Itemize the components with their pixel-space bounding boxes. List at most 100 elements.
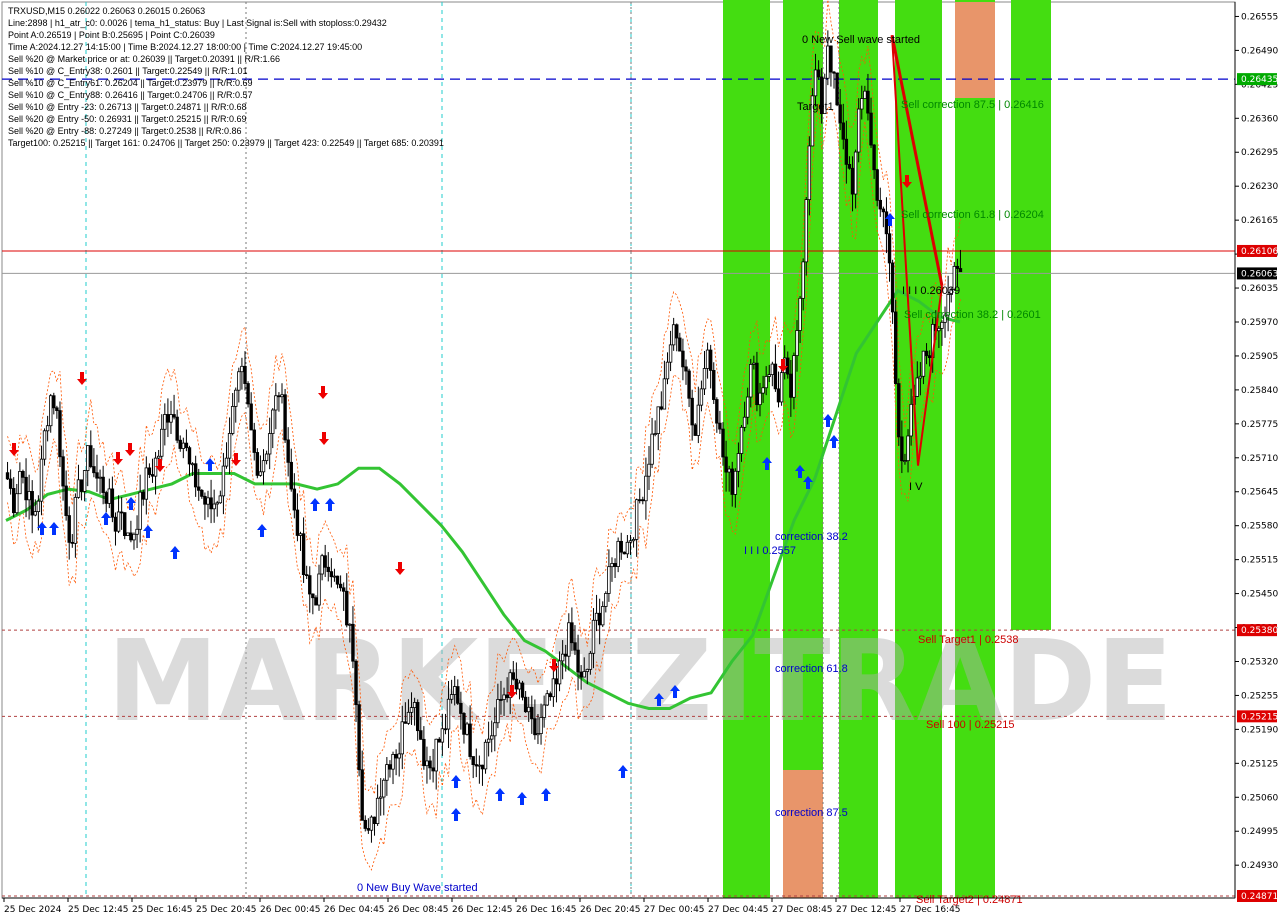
candle-body <box>375 797 380 824</box>
candle-body <box>86 445 90 471</box>
candle-body <box>8 478 13 489</box>
candle-body <box>847 163 852 169</box>
candle-body <box>900 436 904 462</box>
time-tick-label: 27 Dec 04:45 <box>708 905 769 915</box>
price-tick-label: 0.25580 <box>1241 522 1278 532</box>
price-tick-label: 0.25060 <box>1241 793 1278 803</box>
price-tick-label: 0.25515 <box>1241 556 1278 566</box>
price-tick-label: 0.25645 <box>1241 488 1278 498</box>
candle-body <box>255 452 260 476</box>
candle-body <box>490 735 494 740</box>
candle-body <box>79 479 84 492</box>
candle-body <box>527 706 531 713</box>
candle-body <box>175 416 179 441</box>
orange-zone-bottom <box>783 770 823 898</box>
time-tick-label: 26 Dec 00:45 <box>260 905 321 915</box>
price-tick-label: 0.26230 <box>1241 182 1278 192</box>
candle-body <box>838 104 842 124</box>
candle-body <box>209 497 213 510</box>
price-tick-label: 0.25710 <box>1241 454 1278 464</box>
candle-body <box>36 500 41 512</box>
candle-body <box>496 699 500 724</box>
sell100-tag-text: 0.25215 <box>1241 712 1278 722</box>
candle-body <box>745 396 750 418</box>
candle-body <box>400 721 404 755</box>
candle-body <box>545 693 549 706</box>
candle-body <box>767 374 771 377</box>
candle-body <box>184 442 189 449</box>
candle-body <box>798 297 802 331</box>
candle-body <box>940 321 944 329</box>
time-tick-label: 27 Dec 16:45 <box>900 905 961 915</box>
candle-body <box>354 660 358 706</box>
candle-body <box>773 363 778 390</box>
price-tick-label: 0.25905 <box>1241 352 1278 362</box>
candle-body <box>440 728 445 743</box>
candle-body <box>647 463 651 477</box>
candle-body <box>604 593 608 607</box>
candle-body <box>576 649 580 673</box>
price-tick-label: 0.26555 <box>1241 12 1278 22</box>
time-tick-label: 27 Dec 00:45 <box>644 905 705 915</box>
buy-wave-label: 0 New Buy Wave started <box>357 882 478 894</box>
candle-body <box>573 642 577 651</box>
candle-body <box>341 587 346 592</box>
candle-body <box>221 465 226 497</box>
green-zone-4 <box>955 0 995 898</box>
candle-body <box>557 660 562 685</box>
candle-body <box>795 330 799 356</box>
candle-body <box>348 623 352 626</box>
candle-body <box>921 350 926 377</box>
candle-body <box>126 532 130 536</box>
candle-body <box>523 696 528 713</box>
candle-body <box>570 622 574 644</box>
red-line-tag-text: 0.26106 <box>1241 247 1278 257</box>
candle-body <box>89 445 93 467</box>
orange-zone-top <box>955 2 995 98</box>
candle-body <box>499 699 503 701</box>
time-tick-label: 27 Dec 12:45 <box>836 905 897 915</box>
candle-body <box>76 479 81 498</box>
info-line-10: Sell %20 @ Entry -88: 0.27249 || Target:… <box>8 126 241 136</box>
candle-body <box>887 233 892 264</box>
price-tick-label: 0.26360 <box>1241 114 1278 124</box>
candle-body <box>619 540 623 553</box>
candle-body <box>267 433 272 455</box>
candle-body <box>548 693 553 698</box>
candle-body <box>752 362 756 365</box>
candle-body <box>881 208 886 213</box>
candle-body <box>308 575 312 595</box>
candle-body <box>718 422 722 430</box>
candle-body <box>597 612 602 626</box>
candle-body <box>832 71 836 74</box>
candle-body <box>283 394 287 441</box>
candle-body <box>453 686 457 695</box>
candle-body <box>631 539 636 542</box>
candle-body <box>428 760 432 769</box>
candle-body <box>64 485 68 516</box>
candle-body <box>135 528 139 535</box>
candle-body <box>708 349 713 371</box>
info-line-2: Point A:0.26519 | Point B:0.25695 | Poin… <box>8 30 215 40</box>
candle-body <box>625 541 630 555</box>
candle-body <box>890 262 895 313</box>
info-line-4: Sell %20 @ Market price or at: 0.26039 |… <box>8 54 280 64</box>
point-c-label: I I I 0.26039 <box>902 285 960 297</box>
candle-body <box>166 414 170 423</box>
candle-body <box>39 458 44 502</box>
candle-body <box>468 723 472 757</box>
price-tick-label: 0.25450 <box>1241 590 1278 600</box>
info-line-6: Sell %10 @ C_Entry61: 0.26204 || Target:… <box>8 78 252 88</box>
candle-body <box>406 711 411 724</box>
candle-body <box>678 337 682 352</box>
info-line-9: Sell %20 @ Entry -50: 0.26931 || Target:… <box>8 114 246 124</box>
candle-body <box>30 491 34 516</box>
candle-body <box>369 816 374 831</box>
candle-body <box>564 653 568 657</box>
candle-body <box>884 211 889 235</box>
target1-tag-text: 0.25380 <box>1241 626 1278 636</box>
candle-body <box>462 713 466 735</box>
green-zone-0 <box>723 0 770 898</box>
candle-body <box>187 447 192 465</box>
candle-body <box>502 694 506 700</box>
